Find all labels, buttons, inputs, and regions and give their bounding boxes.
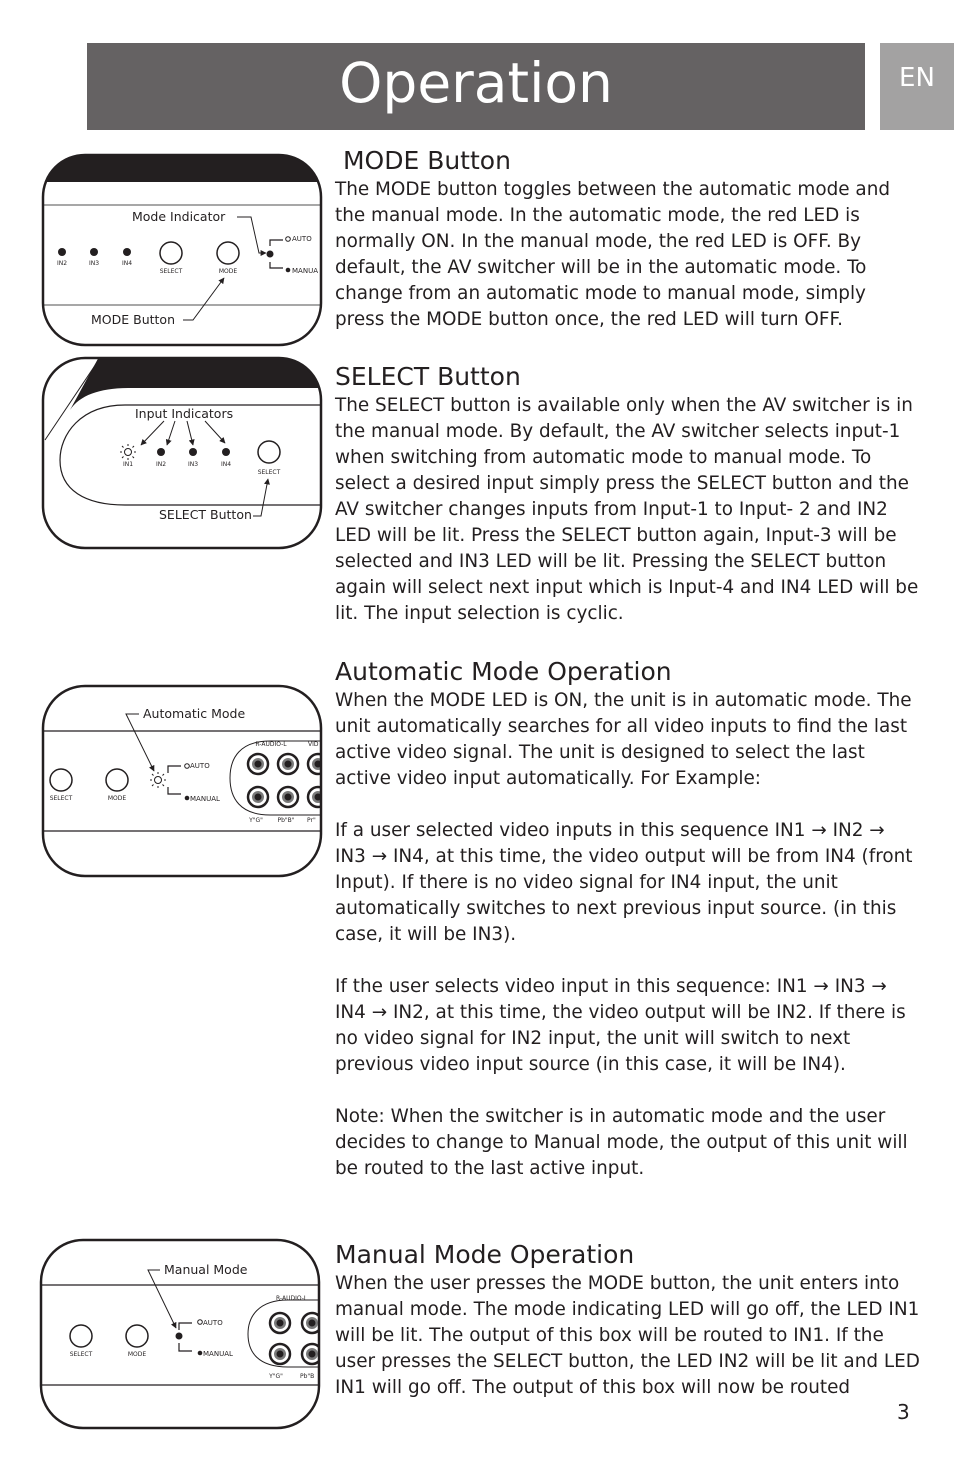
- mode-led-lit: [150, 772, 166, 788]
- mode-label: MODE: [128, 1351, 147, 1358]
- callout-automatic-mode: Automatic Mode: [143, 706, 245, 721]
- led-label: IN3: [89, 260, 99, 267]
- select-label: SELECT: [258, 469, 281, 476]
- jack-label: Pr": [307, 817, 316, 824]
- callout-input-indicators: Input Indicators: [135, 406, 233, 421]
- jack-label: Pb"B": [277, 817, 294, 824]
- led-in4: [222, 448, 230, 456]
- title-bar: Operation: [87, 43, 865, 130]
- led-label: IN2: [57, 260, 67, 267]
- manual-label: MANUA: [292, 267, 318, 275]
- language-label: EN: [899, 63, 935, 93]
- jack-header: R-AUDIO-L: [276, 1295, 308, 1302]
- manual-label: MANUAL: [203, 1350, 233, 1358]
- mode-label: MODE: [219, 268, 238, 275]
- callout-manual-mode: Manual Mode: [164, 1262, 248, 1277]
- section-heading: SELECT Button: [335, 362, 521, 391]
- select-label: SELECT: [50, 795, 73, 802]
- mode-indicator-led: [175, 1332, 183, 1340]
- section-mode-button: MODE Button The MODE button toggles betw…: [335, 145, 920, 333]
- manual-label: MANUAL: [190, 795, 220, 803]
- section-paragraph: The MODE button toggles between the auto…: [335, 179, 891, 330]
- led-label: IN1: [123, 461, 133, 468]
- rca-jacks: [246, 752, 321, 809]
- callout-mode-button: MODE Button: [91, 312, 175, 327]
- section-manual-mode: Manual Mode Operation When the user pres…: [335, 1239, 920, 1401]
- mode-label: MODE: [108, 795, 127, 802]
- select-button-graphic: [69, 1324, 93, 1348]
- led-in1-lit: [120, 444, 136, 460]
- select-label: SELECT: [70, 1351, 93, 1358]
- page-number: 3: [897, 1400, 910, 1424]
- input-leds: IN1 IN2 IN3 IN4: [120, 444, 231, 468]
- led-in2: [58, 248, 66, 256]
- section-heading: Automatic Mode Operation: [335, 657, 672, 686]
- led-label: IN2: [156, 461, 166, 468]
- select-button-graphic: [257, 440, 281, 464]
- input-leds: IN2 IN3 IN4: [57, 248, 132, 267]
- callout-select-button: SELECT Button: [159, 507, 252, 522]
- led-in3: [189, 448, 197, 456]
- led-label: IN4: [122, 260, 132, 267]
- section-automatic-mode: Automatic Mode Operation When the MODE L…: [335, 656, 920, 1182]
- callout-mode-indicator: Mode Indicator: [132, 209, 226, 224]
- section-heading: MODE Button: [335, 146, 511, 175]
- select-button-graphic: [49, 768, 73, 792]
- auto-label: AUTO: [203, 1319, 223, 1327]
- jack-label: Y"G": [248, 817, 263, 824]
- mode-button-figure: IN2 IN3 IN4 SELECT MODE AUTO MANUA Mode …: [40, 152, 325, 350]
- auto-label: AUTO: [190, 762, 210, 770]
- rca-jacks: [268, 1311, 319, 1366]
- mode-indicator-led: [266, 250, 274, 258]
- led-in4: [123, 248, 131, 256]
- jack-label: Pb"B: [300, 1373, 314, 1380]
- section-paragraph: If the user selects video input in this …: [335, 976, 906, 1075]
- device-top-band: [70, 358, 321, 410]
- section-paragraph: When the MODE LED is ON, the unit is in …: [335, 690, 912, 789]
- device-top-band: [43, 155, 321, 182]
- section-heading: Manual Mode Operation: [335, 1240, 635, 1269]
- language-tab: EN: [880, 43, 954, 130]
- select-button-figure: Input Indicators IN1 IN2 IN3 IN4 SELECT …: [40, 355, 325, 553]
- section-paragraph: The SELECT button is available only when…: [335, 395, 919, 624]
- manual-mode-figure: R-AUDIO-L Y"G" Pb"B SELECT MODE AUTO MAN…: [38, 1237, 323, 1433]
- section-paragraph: When the user presses the MODE button, t…: [335, 1273, 920, 1398]
- mode-button-graphic: [105, 768, 129, 792]
- auto-label: AUTO: [292, 235, 312, 243]
- automatic-mode-figure: R-AUDIO-L VID Y"G" Pb"B" Pr" SELECT MODE…: [40, 683, 325, 881]
- jack-header: R-AUDIO-L: [255, 741, 287, 748]
- jack-label: Y"G": [268, 1373, 283, 1380]
- jack-header-video: VID: [308, 741, 319, 748]
- mode-button-graphic: [125, 1324, 149, 1348]
- section-paragraph: If a user selected video inputs in this …: [335, 820, 913, 945]
- mode-button-graphic: [216, 241, 240, 265]
- page-title: Operation: [339, 51, 613, 115]
- select-label: SELECT: [160, 268, 183, 275]
- led-in3: [90, 248, 98, 256]
- led-label: IN4: [221, 461, 231, 468]
- select-button-graphic: [159, 241, 183, 265]
- section-select-button: SELECT Button The SELECT button is avail…: [335, 361, 920, 627]
- note-paragraph: Note: When the switcher is in automatic …: [335, 1106, 908, 1179]
- led-in2: [157, 448, 165, 456]
- led-label: IN3: [188, 461, 198, 468]
